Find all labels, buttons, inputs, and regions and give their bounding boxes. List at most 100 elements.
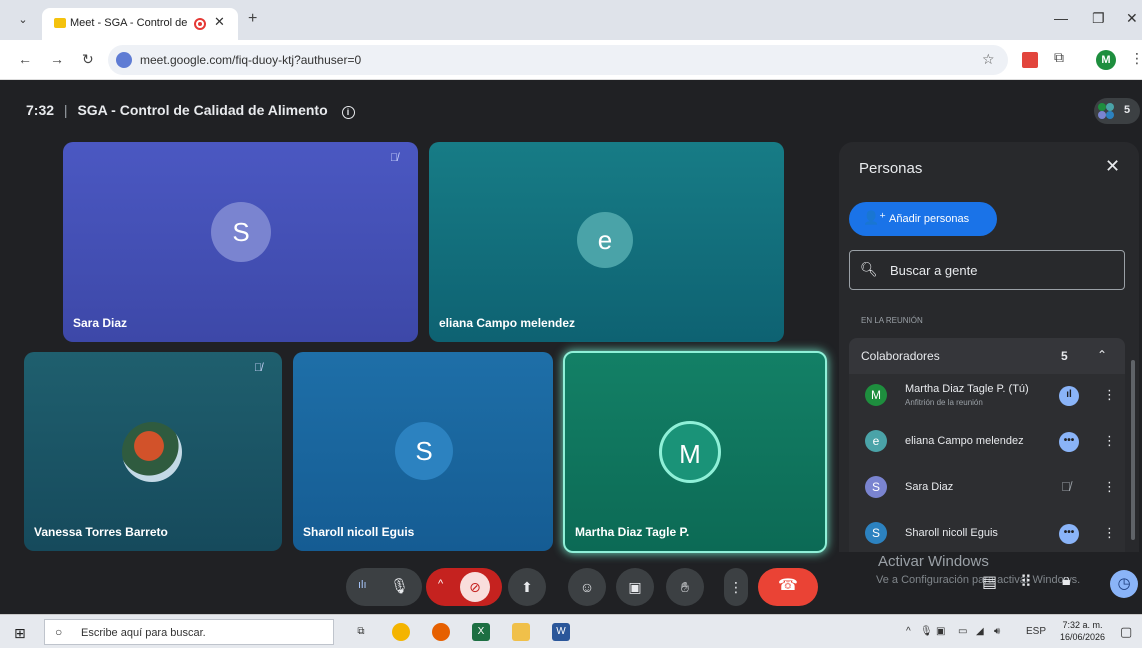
panel-scrollbar[interactable] bbox=[1131, 360, 1135, 540]
tab-meet[interactable]: Meet - SGA - Control de Ca ✕ bbox=[42, 8, 238, 40]
task-view-icon[interactable]: ⧉ bbox=[352, 623, 370, 641]
more-options-icon[interactable]: ⋮ bbox=[1103, 479, 1116, 495]
chat-icon[interactable]: ▤ bbox=[982, 572, 997, 592]
meet-area: 7:32 | SGA - Control de Calidad de Alime… bbox=[0, 80, 1142, 614]
more-options-button[interactable]: ⋮ bbox=[724, 568, 748, 606]
video-tile-eliana[interactable]: e eliana Campo melendez bbox=[429, 142, 784, 342]
participants-chip[interactable]: 5 bbox=[1094, 98, 1140, 124]
chevron-up-icon[interactable]: ^ bbox=[438, 578, 443, 590]
clock[interactable]: 7:32 a. m. 16/06/2026 bbox=[1060, 619, 1105, 643]
tray-volume-icon[interactable]: 🔊︎ bbox=[994, 626, 1000, 637]
video-tile-sara[interactable]: 🎙̸ S Sara Diaz bbox=[63, 142, 418, 342]
tray-network-icon[interactable]: ▣ bbox=[936, 626, 945, 637]
video-tile-vanessa[interactable]: 🎙̸ Vanessa Torres Barreto bbox=[24, 352, 282, 551]
more-options-icon[interactable]: ⋮ bbox=[1103, 387, 1116, 403]
tab-close-icon[interactable]: ✕ bbox=[214, 14, 225, 30]
extensions-puzzle-icon[interactable]: ⧉ bbox=[1054, 49, 1070, 65]
windows-start-icon[interactable]: ⊞ bbox=[14, 625, 26, 642]
list-item[interactable]: M Martha Diaz Tagle P. (Tú) Anfitrión de… bbox=[849, 374, 1125, 420]
microphone-control[interactable]: ılı 🎙︎ bbox=[346, 568, 422, 606]
meeting-timer-icon[interactable]: ◷ bbox=[1110, 570, 1138, 598]
avatar: e bbox=[865, 430, 887, 452]
tile-avatar: S bbox=[395, 422, 453, 480]
forward-icon[interactable]: → bbox=[50, 51, 64, 67]
tab-search-icon[interactable]: ⌄ bbox=[14, 11, 32, 29]
profile-photo bbox=[122, 422, 182, 482]
more-actions-icon[interactable]: ••• bbox=[1059, 524, 1079, 544]
more-options-icon[interactable]: ⋮ bbox=[1103, 525, 1116, 541]
notifications-icon[interactable]: ▢ bbox=[1120, 624, 1132, 640]
emoji-reaction-button[interactable]: ☺ bbox=[568, 568, 606, 606]
tile-name: Vanessa Torres Barreto bbox=[34, 525, 168, 539]
meet-favicon-icon bbox=[54, 18, 66, 28]
omnibox[interactable]: meet.google.com/fiq-duoy-ktj?authuser=0 … bbox=[108, 45, 1008, 75]
bookmark-star-icon[interactable]: ☆ bbox=[982, 51, 995, 68]
host-controls-icon[interactable]: 🔒︎ bbox=[1062, 572, 1071, 590]
tile-avatar: M bbox=[659, 421, 721, 483]
reload-icon[interactable]: ↻ bbox=[82, 51, 94, 68]
avatar: M bbox=[865, 384, 887, 406]
chevron-up-icon[interactable]: ⌃ bbox=[1097, 348, 1107, 362]
add-people-button[interactable]: 👤⁺ Añadir personas bbox=[849, 202, 997, 236]
window-close-icon[interactable]: ✕ bbox=[1126, 10, 1138, 27]
tray-wifi-icon[interactable]: ◢ bbox=[976, 626, 984, 637]
mic-off-icon: 🎙̸ bbox=[390, 152, 399, 164]
excel-icon[interactable]: X bbox=[472, 623, 490, 641]
file-explorer-icon[interactable] bbox=[512, 623, 530, 641]
people-panel: Personas ✕ 👤⁺ Añadir personas 🔍︎ EN LA R… bbox=[839, 142, 1139, 552]
group-label: Colaboradores bbox=[861, 349, 940, 363]
present-screen-button[interactable]: ⬆ bbox=[508, 568, 546, 606]
camera-control[interactable]: ^ ⊘ bbox=[426, 568, 502, 606]
more-options-icon[interactable]: ⋮ bbox=[1103, 433, 1116, 449]
chrome-icon[interactable] bbox=[392, 623, 410, 641]
search-input[interactable] bbox=[890, 260, 1110, 280]
microphone-icon[interactable]: 🎙︎ bbox=[390, 577, 409, 595]
list-item[interactable]: S Sara Diaz 🎙̸ ⋮ bbox=[849, 466, 1125, 512]
info-icon[interactable]: i bbox=[341, 106, 355, 119]
tile-name: Sharoll nicoll Eguis bbox=[303, 525, 415, 539]
list-item[interactable]: S Sharoll nicoll Eguis ••• ⋮ bbox=[849, 512, 1125, 552]
list-item[interactable]: e eliana Campo melendez ••• ⋮ bbox=[849, 420, 1125, 466]
captions-button[interactable]: ▣ bbox=[616, 568, 654, 606]
group-count: 5 bbox=[1061, 349, 1068, 363]
browser-menu-icon[interactable]: ⋮ bbox=[1130, 50, 1142, 67]
collaborators-group-header[interactable]: Colaboradores 5 ⌃ bbox=[849, 338, 1125, 374]
video-tile-martha-active-speaker[interactable]: M Martha Diaz Tagle P. bbox=[563, 351, 827, 553]
word-icon[interactable]: W bbox=[552, 623, 570, 641]
audio-level-icon: ılı bbox=[358, 579, 367, 591]
video-tile-sharoll[interactable]: S Sharoll nicoll Eguis bbox=[293, 352, 553, 551]
avatar: S bbox=[865, 476, 887, 498]
back-icon[interactable]: ← bbox=[18, 51, 32, 67]
tab-title: Meet - SGA - Control de Ca bbox=[70, 17, 190, 29]
profile-avatar[interactable]: M bbox=[1096, 50, 1116, 70]
person-name: Martha Diaz Tagle P. (Tú) bbox=[905, 383, 1029, 395]
minimize-icon[interactable]: — bbox=[1054, 10, 1068, 26]
meeting-title: SGA - Control de Calidad de Alimento bbox=[77, 102, 328, 118]
mic-off-icon: 🎙̸ bbox=[254, 362, 263, 374]
people-search[interactable]: 🔍︎ bbox=[849, 250, 1125, 290]
people-list: M Martha Diaz Tagle P. (Tú) Anfitrión de… bbox=[849, 374, 1125, 552]
more-actions-icon[interactable]: ••• bbox=[1059, 432, 1079, 452]
leave-call-button[interactable]: ☎︎ bbox=[758, 568, 818, 606]
extension-icon[interactable] bbox=[1022, 52, 1038, 68]
tile-name: eliana Campo melendez bbox=[439, 316, 576, 330]
activate-windows-subtitle: Ve a Configuración para activar Windows. bbox=[876, 574, 1081, 586]
restore-icon[interactable]: ❐ bbox=[1092, 10, 1105, 27]
raise-hand-button[interactable]: ✋︎ bbox=[666, 568, 704, 606]
speaking-indicator-icon: ıl bbox=[1059, 386, 1079, 406]
firefox-icon[interactable] bbox=[432, 623, 450, 641]
taskbar-search[interactable]: ○ Escribe aquí para buscar. bbox=[44, 619, 334, 645]
recording-icon bbox=[194, 18, 206, 30]
language-indicator[interactable]: ESP bbox=[1026, 626, 1046, 637]
site-info-icon[interactable] bbox=[116, 52, 132, 68]
tray-chevron-icon[interactable]: ^ bbox=[906, 626, 911, 637]
activities-icon[interactable]: ⠿ bbox=[1020, 572, 1032, 592]
tray-mic-icon[interactable]: 🎙︎ bbox=[920, 626, 933, 637]
windows-taskbar: ⊞ ○ Escribe aquí para buscar. ⧉ X W ^ 🎙︎… bbox=[0, 614, 1142, 648]
tray-battery-icon[interactable]: ▭ bbox=[958, 626, 967, 637]
url-text[interactable]: meet.google.com/fiq-duoy-ktj?authuser=0 bbox=[140, 53, 361, 67]
close-icon[interactable]: ✕ bbox=[1105, 156, 1120, 177]
camera-off-icon[interactable]: ⊘ bbox=[460, 572, 490, 602]
person-name: Sara Diaz bbox=[905, 481, 954, 493]
new-tab-button[interactable]: + bbox=[248, 10, 257, 28]
